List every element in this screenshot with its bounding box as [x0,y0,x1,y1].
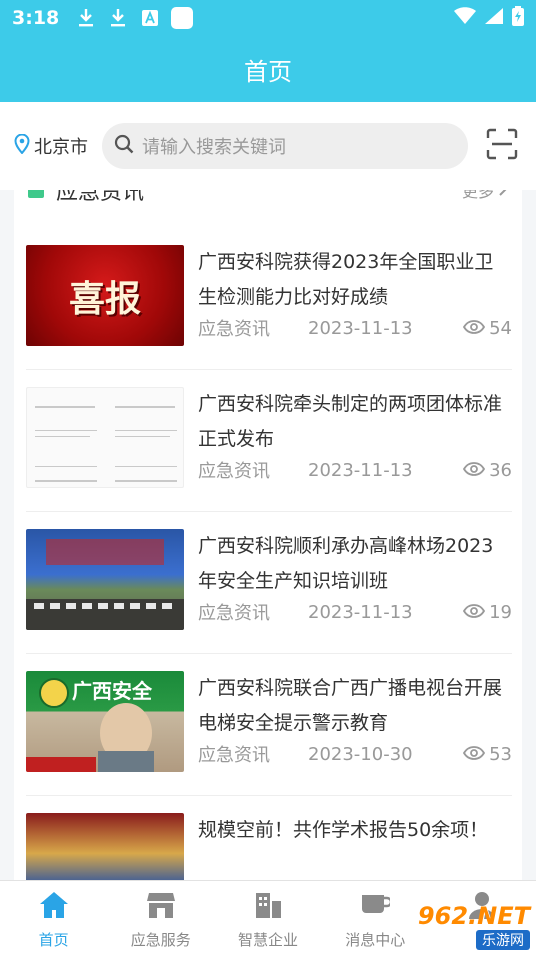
news-category: 应急资讯 [198,461,270,482]
news-info: 广西安科院顺利承办高峰林场2023年安全生产知识培训班 应急资讯 2023-11… [198,529,512,653]
doc-line [35,436,90,437]
doc-line [115,480,177,482]
news-title: 广西安科院牵头制定的两项团体标准正式发布 [198,393,503,450]
doc-line [115,406,175,408]
news-views: 54 [463,318,512,339]
tab-label: 首页 [38,931,69,949]
news-title: 广西安科院联合广西广播电视台开展电梯安全提示警示教育 [198,677,503,734]
tab-label: 应急服务 [130,931,191,949]
news-title: 广西安科院获得2023年全国职业卫生检测能力比对好成绩 [198,251,494,308]
news-item[interactable]: 广西安科院顺利承办高峰林场2023年安全生产知识培训班 应急资讯 2023-11… [26,512,512,654]
app-a-icon [139,7,161,29]
view-count: 53 [489,743,512,765]
section-header: 应急资讯 更多 [14,190,522,205]
news-views: 19 [463,602,512,623]
news-info: 广西安科院联合广西广播电视台开展电梯安全提示警示教育 应急资讯 2023-10-… [198,671,512,795]
bottom-tab-bar: 首页 应急服务 智慧企业 消息中心 962.NET 乐游网 [0,880,536,954]
view-count: 19 [489,601,512,623]
watermark-bottom: 乐游网 [476,930,530,950]
download-icon [75,7,97,29]
app-blank-icon [171,7,194,29]
eye-icon [463,460,486,481]
news-thumbnail: 广西安全 [26,671,184,772]
city-selector[interactable]: 北京市 [14,133,88,159]
news-item[interactable]: 喜报 广西安科院获得2023年全国职业卫生检测能力比对好成绩 应急资讯 2023… [26,228,512,370]
doc-line [35,480,97,482]
doc-line [115,430,177,431]
news-date: 2023-11-13 [308,317,413,339]
scan-button[interactable] [482,126,522,166]
search-row: 北京市 请输入搜索关键词 [0,102,536,190]
news-views: 36 [463,460,512,481]
home-icon [39,891,69,929]
battery-icon [512,6,524,30]
watermark-top: 962.NET [417,902,530,930]
thumbnail-text: 广西安全 [72,679,152,703]
news-date: 2023-10-30 [308,743,413,765]
news-item[interactable]: 广西安科院牵头制定的两项团体标准正式发布 应急资讯 2023-11-13 36 [26,370,512,512]
download-icon [107,7,129,29]
search-icon [114,134,142,159]
news-item[interactable]: 广西安全 广西安科院联合广西广播电视台开展电梯安全提示警示教育 应急资讯 202… [26,654,512,796]
news-category: 应急资讯 [198,745,270,766]
doc-line [115,466,177,467]
view-count: 36 [489,459,512,481]
more-link[interactable]: 更多 [462,190,508,202]
search-placeholder: 请输入搜索关键词 [142,137,286,158]
news-meta: 应急资讯 2023-11-13 19 [198,599,512,625]
news-category: 应急资讯 [198,319,270,340]
news-category: 应急资讯 [198,603,270,624]
news-views: 53 [463,744,512,765]
news-list: 喜报 广西安科院获得2023年全国职业卫生检测能力比对好成绩 应急资讯 2023… [26,228,512,880]
news-meta: 应急资讯 2023-11-13 54 [198,315,512,341]
thumbnail-text: 喜报 [68,277,141,320]
tab-label: 消息中心 [345,931,406,949]
doc-line [35,406,95,408]
news-title: 规模空前！共作学术报告50余项！ [198,819,489,841]
watermark-logo: 962.NET 乐游网 [398,902,530,950]
news-card: 应急资讯 更多 喜报 广西安科院获得2023年全国职业卫生检测能力比对好成绩 应… [14,190,522,880]
view-count: 54 [489,317,512,339]
tab-smart-enterprise[interactable]: 智慧企业 [214,881,321,954]
section-marker [28,190,44,198]
status-time: 3:18 [12,7,60,29]
more-label: 更多 [461,190,494,201]
section-title: 应急资讯 [56,190,145,205]
page-title: 首页 [244,57,292,86]
news-info: 广西安科院获得2023年全国职业卫生检测能力比对好成绩 应急资讯 2023-11… [198,245,512,369]
news-thumbnail [26,529,184,630]
news-item[interactable]: 规模空前！共作学术报告50余项！ [26,796,512,880]
eye-icon [463,744,486,765]
page-title-bar: 首页 [0,36,536,102]
city-label: 北京市 [34,137,88,158]
news-meta: 应急资讯 2023-10-30 53 [198,741,512,767]
doc-line [35,466,97,467]
news-thumbnail [26,387,184,488]
doc-line [115,436,170,437]
scan-icon [486,128,518,164]
tab-label: 智慧企业 [238,931,299,949]
location-pin-icon [14,133,34,159]
building-icon [253,891,283,929]
tab-emergency-service[interactable]: 应急服务 [107,881,214,954]
eye-icon [463,318,486,339]
doc-line [35,430,97,431]
news-thumbnail: 喜报 [26,245,184,346]
news-meta: 应急资讯 2023-11-13 36 [198,457,512,483]
tab-home[interactable]: 首页 [0,881,107,954]
chevron-right-icon [498,190,508,200]
store-icon [146,891,176,929]
news-info: 规模空前！共作学术报告50余项！ [198,813,512,880]
eye-icon [463,602,486,623]
search-input[interactable]: 请输入搜索关键词 [102,123,468,169]
news-date: 2023-11-13 [308,459,413,481]
news-thumbnail [26,813,184,880]
wifi-icon [454,7,476,29]
news-title: 广西安科院顺利承办高峰林场2023年安全生产知识培训班 [198,535,494,592]
signal-icon [484,7,504,29]
message-icon [360,891,393,929]
status-bar: 3:18 [0,0,536,36]
news-info: 广西安科院牵头制定的两项团体标准正式发布 应急资讯 2023-11-13 36 [198,387,512,511]
news-date: 2023-11-13 [308,601,413,623]
